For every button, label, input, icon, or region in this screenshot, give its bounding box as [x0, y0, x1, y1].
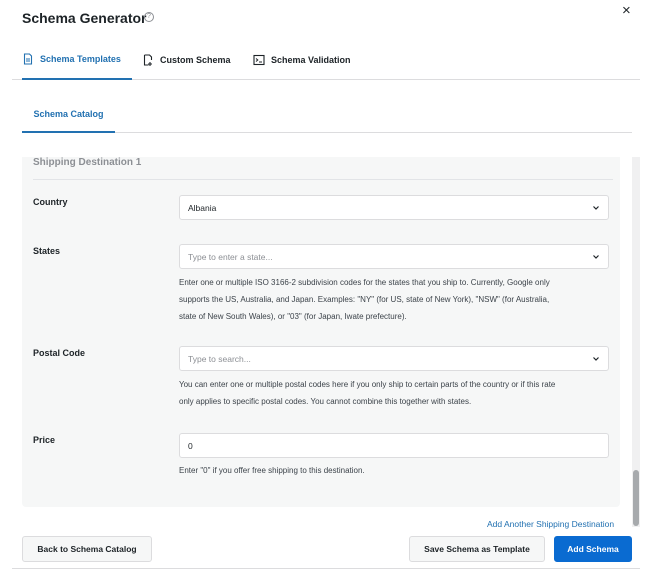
help-line: only applies to specific postal codes. Y… [179, 397, 472, 406]
help-line: state of New South Wales), or "03" (for … [179, 312, 407, 321]
file-add-icon [143, 54, 153, 66]
tab-custom-schema[interactable]: Custom Schema [142, 40, 236, 80]
chevron-down-icon [593, 255, 599, 259]
add-shipping-destination-link[interactable]: Add Another Shipping Destination [487, 519, 614, 529]
price-help-text: Enter "0" if you offer free shipping to … [179, 466, 365, 475]
save-as-template-button[interactable]: Save Schema as Template [409, 536, 545, 562]
tab-bar: Schema Templates Custom Schema Schema Va… [12, 40, 640, 80]
postal-code-select[interactable]: Type to search... [179, 346, 609, 371]
price-input[interactable]: 0 [179, 433, 609, 458]
states-select[interactable]: Type to enter a state... [179, 244, 609, 269]
postal-code-help-text: You can enter one or multiple postal cod… [179, 376, 609, 410]
terminal-icon [253, 54, 265, 66]
tab-label: Schema Templates [40, 54, 121, 64]
document-icon [23, 53, 33, 65]
chevron-down-icon [593, 357, 599, 361]
country-label: Country [33, 197, 68, 207]
back-to-catalog-button[interactable]: Back to Schema Catalog [22, 536, 152, 562]
states-label: States [33, 246, 61, 256]
tab-schema-validation[interactable]: Schema Validation [253, 40, 357, 80]
help-line: supports the US, Australia, and Japan. E… [179, 295, 550, 304]
tab-label: Custom Schema [160, 55, 231, 65]
tab-schema-templates[interactable]: Schema Templates [22, 40, 132, 80]
shipping-destination-panel: Shipping Destination 1 Country Albania S… [22, 157, 620, 507]
postal-code-label: Postal Code [33, 348, 86, 358]
divider [33, 179, 613, 180]
price-value: 0 [188, 440, 193, 451]
close-icon[interactable]: × [622, 2, 631, 19]
add-schema-button[interactable]: Add Schema [554, 536, 632, 562]
postal-code-placeholder: Type to search... [188, 353, 251, 364]
shipping-destination-title: Shipping Destination 1 [33, 157, 142, 168]
price-label: Price [33, 435, 56, 445]
help-icon[interactable]: ? [144, 12, 154, 22]
country-value: Albania [188, 202, 217, 213]
scrollbar-thumb[interactable] [633, 470, 639, 526]
modal-title: Schema Generator [22, 10, 147, 26]
country-select[interactable]: Albania [179, 195, 609, 220]
tab-label: Schema Validation [271, 55, 351, 65]
subtab-bar: Schema Catalog [22, 96, 632, 133]
help-line: You can enter one or multiple postal cod… [179, 380, 556, 389]
modal-header: Schema Generator ? × [0, 0, 666, 40]
subtab-schema-catalog[interactable]: Schema Catalog [22, 96, 115, 133]
states-placeholder: Type to enter a state... [188, 251, 273, 262]
footer-divider [12, 568, 640, 569]
states-help-text: Enter one or multiple ISO 3166-2 subdivi… [179, 274, 609, 325]
help-line: Enter one or multiple ISO 3166-2 subdivi… [179, 278, 550, 287]
chevron-down-icon [593, 206, 599, 210]
